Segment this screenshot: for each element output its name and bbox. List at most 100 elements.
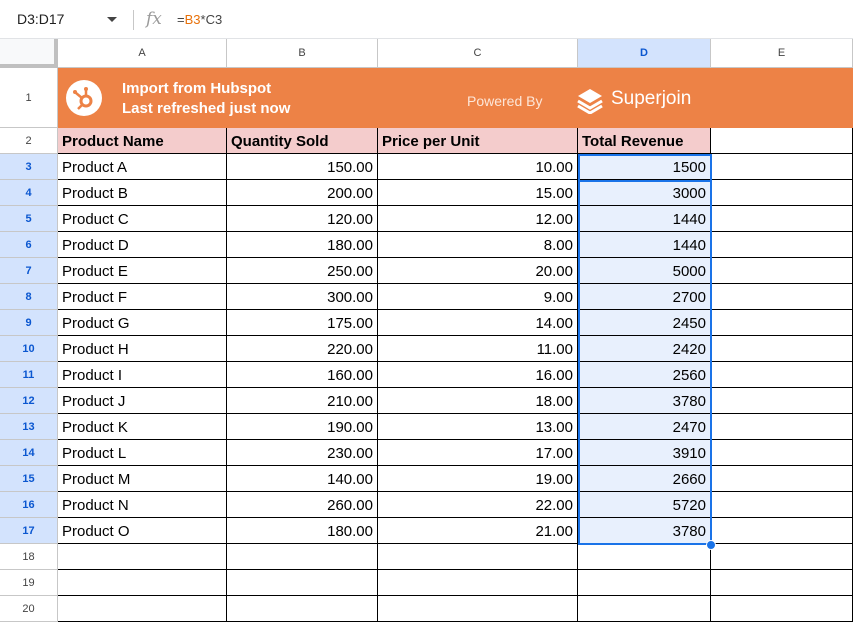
table-cell[interactable]: 1440 xyxy=(578,206,711,232)
table-cell[interactable]: Product F xyxy=(58,284,227,310)
row-header-2[interactable]: 2 xyxy=(0,128,58,154)
empty-cell[interactable] xyxy=(578,544,711,570)
name-box[interactable]: D3:D17 xyxy=(17,11,64,27)
column-header-e[interactable]: E xyxy=(711,39,853,68)
header-cell[interactable]: Product Name xyxy=(58,128,227,154)
table-cell[interactable]: 180.00 xyxy=(227,518,378,544)
empty-cell[interactable] xyxy=(378,570,578,596)
row-header-13[interactable]: 13 xyxy=(0,414,58,440)
empty-cell[interactable] xyxy=(711,388,853,414)
empty-cell[interactable] xyxy=(227,570,378,596)
fill-handle[interactable] xyxy=(706,540,716,550)
table-cell[interactable]: Product K xyxy=(58,414,227,440)
row-header-20[interactable]: 20 xyxy=(0,596,58,622)
table-cell[interactable]: 1440 xyxy=(578,232,711,258)
table-cell[interactable]: Product L xyxy=(58,440,227,466)
table-cell[interactable]: 250.00 xyxy=(227,258,378,284)
row-header-10[interactable]: 10 xyxy=(0,336,58,362)
empty-cell[interactable] xyxy=(711,232,853,258)
row-header-5[interactable]: 5 xyxy=(0,206,58,232)
table-cell[interactable]: 13.00 xyxy=(378,414,578,440)
table-cell[interactable]: 120.00 xyxy=(227,206,378,232)
table-cell[interactable]: Product B xyxy=(58,180,227,206)
table-cell[interactable]: Product J xyxy=(58,388,227,414)
empty-cell[interactable] xyxy=(711,206,853,232)
empty-cell[interactable] xyxy=(711,180,853,206)
table-cell[interactable]: 2560 xyxy=(578,362,711,388)
table-cell[interactable]: Product C xyxy=(58,206,227,232)
cell-e2[interactable] xyxy=(711,128,853,154)
row-header-4[interactable]: 4 xyxy=(0,180,58,206)
table-cell[interactable]: 14.00 xyxy=(378,310,578,336)
table-cell[interactable]: Product E xyxy=(58,258,227,284)
empty-cell[interactable] xyxy=(711,154,853,180)
empty-cell[interactable] xyxy=(711,596,853,622)
empty-cell[interactable] xyxy=(578,596,711,622)
table-cell[interactable]: 5000 xyxy=(578,258,711,284)
empty-cell[interactable] xyxy=(227,596,378,622)
row-header-11[interactable]: 11 xyxy=(0,362,58,388)
table-cell[interactable]: Product G xyxy=(58,310,227,336)
table-cell[interactable]: 2470 xyxy=(578,414,711,440)
empty-cell[interactable] xyxy=(378,544,578,570)
table-cell[interactable]: 2660 xyxy=(578,466,711,492)
table-cell[interactable]: Product I xyxy=(58,362,227,388)
table-cell[interactable]: 1500 xyxy=(578,154,711,180)
table-cell[interactable]: 140.00 xyxy=(227,466,378,492)
column-header-b[interactable]: B xyxy=(227,39,378,68)
table-cell[interactable]: 22.00 xyxy=(378,492,578,518)
empty-cell[interactable] xyxy=(711,544,853,570)
empty-cell[interactable] xyxy=(711,414,853,440)
empty-cell[interactable] xyxy=(711,336,853,362)
empty-cell[interactable] xyxy=(711,466,853,492)
name-box-dropdown-icon[interactable] xyxy=(107,17,117,22)
row-header-14[interactable]: 14 xyxy=(0,440,58,466)
table-cell[interactable]: 180.00 xyxy=(227,232,378,258)
table-cell[interactable]: 150.00 xyxy=(227,154,378,180)
row-header-9[interactable]: 9 xyxy=(0,310,58,336)
table-cell[interactable]: 3910 xyxy=(578,440,711,466)
table-cell[interactable]: 19.00 xyxy=(378,466,578,492)
table-cell[interactable]: 210.00 xyxy=(227,388,378,414)
empty-cell[interactable] xyxy=(227,544,378,570)
row-header-15[interactable]: 15 xyxy=(0,466,58,492)
table-cell[interactable]: 200.00 xyxy=(227,180,378,206)
table-cell[interactable]: 2450 xyxy=(578,310,711,336)
table-cell[interactable]: 2420 xyxy=(578,336,711,362)
row-header-3[interactable]: 3 xyxy=(0,154,58,180)
table-cell[interactable]: 17.00 xyxy=(378,440,578,466)
table-cell[interactable]: 300.00 xyxy=(227,284,378,310)
table-cell[interactable]: Product N xyxy=(58,492,227,518)
row-header-16[interactable]: 16 xyxy=(0,492,58,518)
table-cell[interactable]: 20.00 xyxy=(378,258,578,284)
row-header-17[interactable]: 17 xyxy=(0,518,58,544)
row-header-8[interactable]: 8 xyxy=(0,284,58,310)
table-cell[interactable]: 16.00 xyxy=(378,362,578,388)
empty-cell[interactable] xyxy=(58,570,227,596)
table-cell[interactable]: Product O xyxy=(58,518,227,544)
table-cell[interactable]: 12.00 xyxy=(378,206,578,232)
table-cell[interactable]: 21.00 xyxy=(378,518,578,544)
empty-cell[interactable] xyxy=(58,544,227,570)
empty-cell[interactable] xyxy=(711,518,853,544)
table-cell[interactable]: 3780 xyxy=(578,388,711,414)
table-cell[interactable]: 15.00 xyxy=(378,180,578,206)
row-header-6[interactable]: 6 xyxy=(0,232,58,258)
empty-cell[interactable] xyxy=(711,492,853,518)
table-cell[interactable]: 10.00 xyxy=(378,154,578,180)
table-cell[interactable]: 3780 xyxy=(578,518,711,544)
table-cell[interactable]: 260.00 xyxy=(227,492,378,518)
row-header-12[interactable]: 12 xyxy=(0,388,58,414)
formula-input[interactable]: =B3*C3 xyxy=(177,12,222,27)
row-header-19[interactable]: 19 xyxy=(0,570,58,596)
table-cell[interactable]: 190.00 xyxy=(227,414,378,440)
row-header-18[interactable]: 18 xyxy=(0,544,58,570)
empty-cell[interactable] xyxy=(711,440,853,466)
table-cell[interactable]: 8.00 xyxy=(378,232,578,258)
table-cell[interactable]: 3000 xyxy=(578,180,711,206)
empty-cell[interactable] xyxy=(711,362,853,388)
table-cell[interactable]: Product D xyxy=(58,232,227,258)
column-header-a[interactable]: A xyxy=(58,39,227,68)
select-all-corner[interactable] xyxy=(0,39,58,68)
table-cell[interactable]: 11.00 xyxy=(378,336,578,362)
